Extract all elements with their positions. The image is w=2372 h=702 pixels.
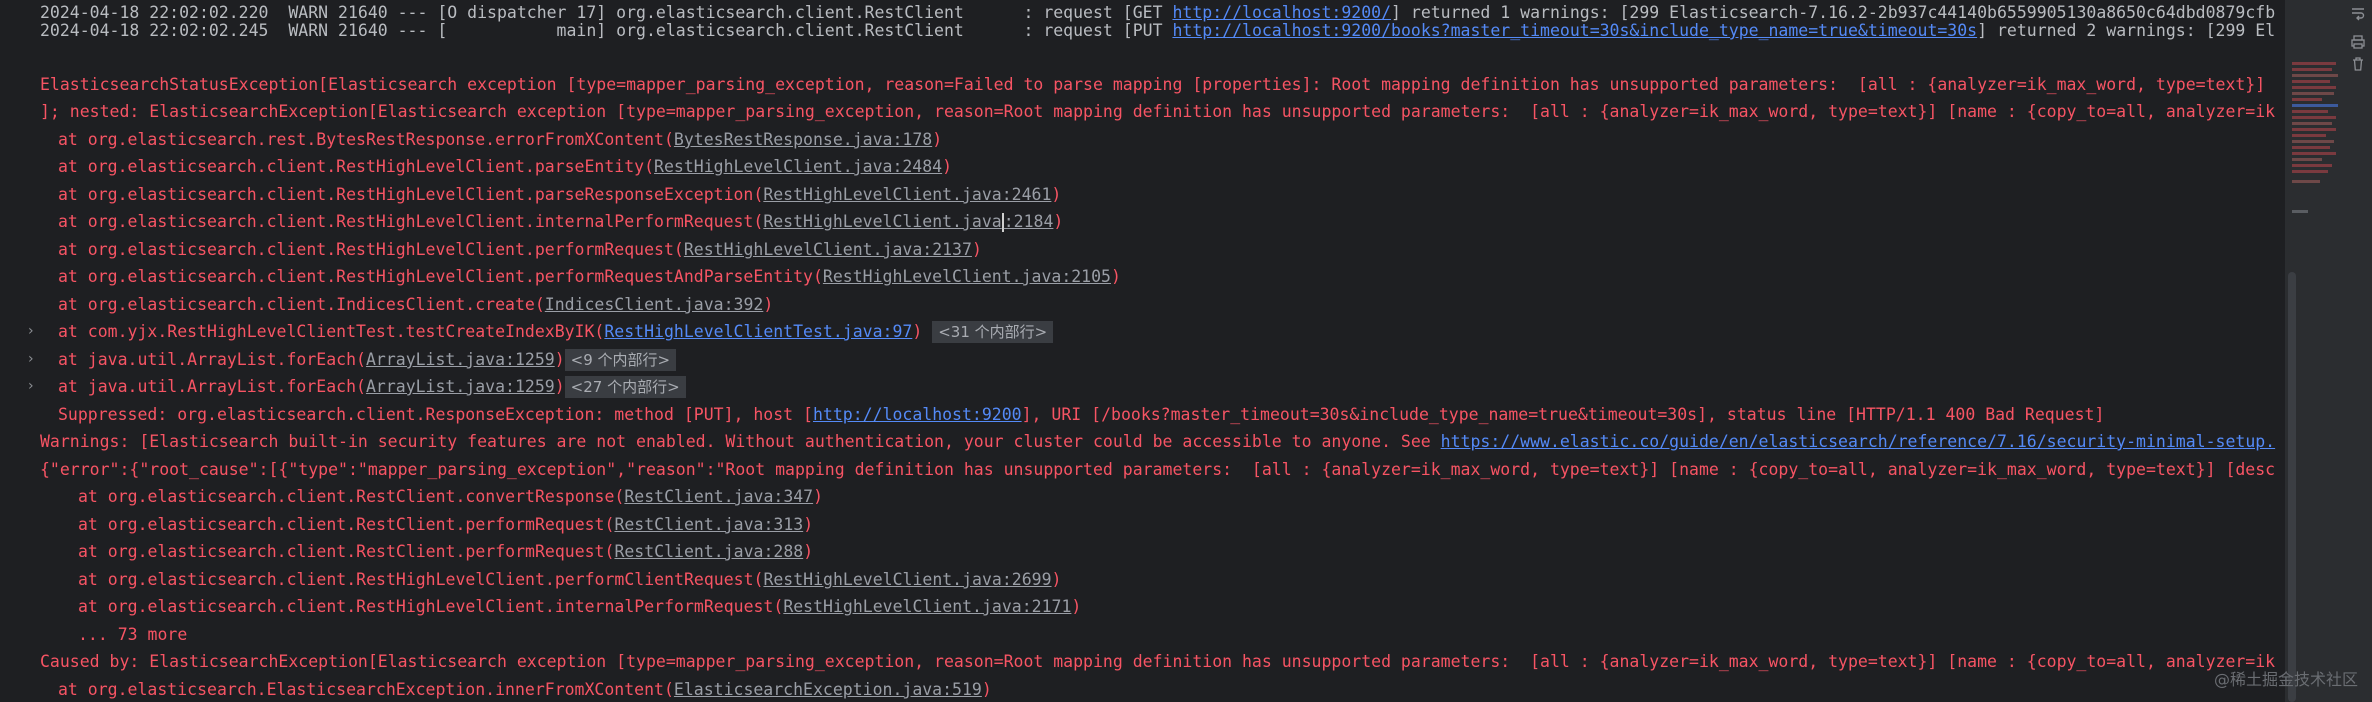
caused-by-line: Caused by: ElasticsearchException[Elasti… — [40, 652, 2276, 671]
chevron-right-icon[interactable]: › — [28, 318, 40, 345]
frame-text: ) — [554, 377, 565, 396]
frame-text: at org.elasticsearch.client.RestHighLeve… — [58, 240, 684, 259]
stack-frame: at org.elasticsearch.client.RestHighLeve… — [78, 566, 1061, 593]
frame-text: ) — [1111, 267, 1121, 286]
source-link[interactable]: RestHighLevelClient.java — [763, 212, 1001, 231]
frame-text: at org.elasticsearch.client.IndicesClien… — [58, 295, 545, 314]
frame-text: ) — [912, 322, 923, 341]
frame-text: at org.elasticsearch.client.RestHighLeve… — [58, 267, 823, 286]
suppressed-text: Suppressed: org.elasticsearch.client.Res… — [58, 405, 813, 424]
frame-text: ) — [1053, 212, 1064, 231]
url-link[interactable]: http://localhost:9200 — [813, 405, 1022, 424]
watermark-text: @稀土掘金技术社区 — [2213, 670, 2358, 689]
frame-text: ) — [813, 487, 824, 506]
frame-text: at org.elasticsearch.rest.BytesRestRespo… — [58, 130, 674, 149]
exception-header: ElasticsearchStatusException[Elasticsear… — [40, 75, 2266, 94]
log-line: 2024-04-18 22:02:02.245 WARN 21640 --- [… — [40, 17, 2275, 44]
frame-text: at org.elasticsearch.client.RestHighLeve… — [58, 212, 764, 231]
source-link[interactable]: :2184 — [1004, 212, 1054, 231]
source-link[interactable]: RestClient.java:347 — [624, 487, 813, 506]
source-link[interactable]: RestClient.java:313 — [614, 515, 803, 534]
frame-text: at org.elasticsearch.client.RestClient.p… — [78, 542, 615, 561]
source-link[interactable]: RestHighLevelClient.java:2171 — [783, 597, 1071, 616]
folded-frames-badge[interactable]: <9 个内部行> — [564, 349, 677, 371]
url-link[interactable]: https://www.elastic.co/guide/en/elastics… — [1441, 432, 2275, 451]
source-link[interactable]: RestClient.java:288 — [614, 542, 803, 561]
error-stripe-minimap[interactable] — [2290, 60, 2340, 230]
warnings-text: Warnings: [Elasticsearch built-in securi… — [40, 432, 1441, 451]
stack-frame: at java.util.ArrayList.forEach(ArrayList… — [58, 346, 677, 373]
frame-text: at java.util.ArrayList.forEach( — [58, 350, 366, 369]
vertical-scrollbar[interactable] — [2288, 272, 2296, 702]
source-link[interactable]: ElasticsearchException.java:519 — [674, 680, 982, 699]
log-text: ] returned 2 warnings: [299 El — [1977, 21, 2276, 40]
stack-frame: at org.elasticsearch.client.RestHighLeve… — [78, 593, 1081, 620]
frame-text: ) — [971, 240, 982, 259]
source-link[interactable]: RestHighLevelClient.java:2484 — [654, 157, 942, 176]
warnings-line: Warnings: [Elasticsearch built-in securi… — [40, 428, 2275, 455]
trash-icon[interactable] — [2348, 56, 2368, 76]
source-link[interactable]: BytesRestResponse.java:178 — [674, 130, 932, 149]
frame-text: at com.yjx.RestHighLevelClientTest.testC… — [58, 322, 605, 341]
frame-text: at org.elasticsearch.client.RestClient.p… — [78, 515, 615, 534]
stack-frame: at java.util.ArrayList.forEach(ArrayList… — [58, 373, 686, 400]
frame-text: ) — [803, 542, 814, 561]
frame-text: ) — [763, 295, 774, 314]
console-output[interactable]: 2024-04-18 22:02:02.220 WARN 21640 --- [… — [0, 0, 2285, 702]
stack-frame: at org.elasticsearch.client.RestHighLeve… — [58, 208, 1063, 235]
log-text: 2024-04-18 22:02:02.245 WARN 21640 --- [… — [40, 21, 1173, 40]
stack-frame: at org.elasticsearch.client.RestClient.p… — [78, 511, 813, 538]
stack-frame: at org.elasticsearch.client.RestHighLeve… — [58, 153, 952, 180]
source-link[interactable]: IndicesClient.java:392 — [545, 295, 764, 314]
source-link[interactable]: RestHighLevelClient.java:2105 — [823, 267, 1111, 286]
frame-text: ) — [1051, 185, 1062, 204]
source-link[interactable]: RestHighLevelClient.java:2699 — [763, 570, 1051, 589]
frame-text: ) — [1071, 597, 1082, 616]
stack-frame: at org.elasticsearch.rest.BytesRestRespo… — [58, 126, 942, 153]
frame-text: at java.util.ArrayList.forEach( — [58, 377, 366, 396]
frame-text: ) — [1051, 570, 1062, 589]
error-json-line: {"error":{"root_cause":[{"type":"mapper_… — [40, 460, 2276, 479]
frame-text: ) — [803, 515, 814, 534]
frame-text: at org.elasticsearch.client.RestHighLeve… — [78, 597, 784, 616]
source-link[interactable]: RestHighLevelClient.java:2461 — [763, 185, 1051, 204]
exception-header: ]; nested: ElasticsearchException[Elasti… — [40, 102, 2276, 121]
frame-text: ) — [942, 157, 953, 176]
url-link[interactable]: http://localhost:9200/books?master_timeo… — [1172, 21, 1977, 40]
frame-text: at org.elasticsearch.client.RestHighLeve… — [58, 157, 655, 176]
frame-text: at org.elasticsearch.client.RestHighLeve… — [58, 185, 764, 204]
stack-frame: at org.elasticsearch.client.RestHighLeve… — [58, 181, 1061, 208]
frame-text: ) — [932, 130, 943, 149]
stack-frame: at com.yjx.RestHighLevelClientTest.testC… — [58, 318, 1054, 345]
source-link[interactable]: ArrayList.java:1259 — [366, 377, 555, 396]
source-link[interactable]: ArrayList.java:1259 — [366, 350, 555, 369]
stack-frame: at org.elasticsearch.ElasticsearchExcept… — [58, 676, 992, 702]
stack-frame: at org.elasticsearch.client.RestClient.c… — [78, 483, 823, 510]
chevron-right-icon[interactable]: › — [28, 346, 40, 373]
stack-frame: at org.elasticsearch.client.RestClient.p… — [78, 538, 813, 565]
suppressed-line: Suppressed: org.elasticsearch.client.Res… — [58, 401, 2104, 428]
soft-wrap-icon[interactable] — [2348, 6, 2368, 26]
chevron-right-icon[interactable]: › — [28, 373, 40, 400]
stack-frame: at org.elasticsearch.client.IndicesClien… — [58, 291, 773, 318]
frame-text: at org.elasticsearch.client.RestClient.c… — [78, 487, 625, 506]
print-icon[interactable] — [2348, 34, 2368, 54]
frame-text: at org.elasticsearch.ElasticsearchExcept… — [58, 680, 674, 699]
stack-frame: at org.elasticsearch.client.RestHighLeve… — [58, 236, 982, 263]
folded-frames-badge[interactable]: <31 个内部行> — [932, 321, 1054, 343]
folded-frames-badge[interactable]: <27 个内部行> — [564, 376, 686, 398]
frame-text: ) — [981, 680, 992, 699]
source-link[interactable]: RestHighLevelClient.java:2137 — [684, 240, 972, 259]
frame-text: at org.elasticsearch.client.RestHighLeve… — [78, 570, 764, 589]
suppressed-text: ], URI [/books?master_timeout=30s&includ… — [1021, 405, 2105, 424]
stack-frame: at org.elasticsearch.client.RestHighLeve… — [58, 263, 1121, 290]
frame-text: ) — [554, 350, 565, 369]
source-link[interactable]: RestHighLevelClientTest.java:97 — [604, 322, 912, 341]
more-frames: ... 73 more — [78, 625, 188, 644]
